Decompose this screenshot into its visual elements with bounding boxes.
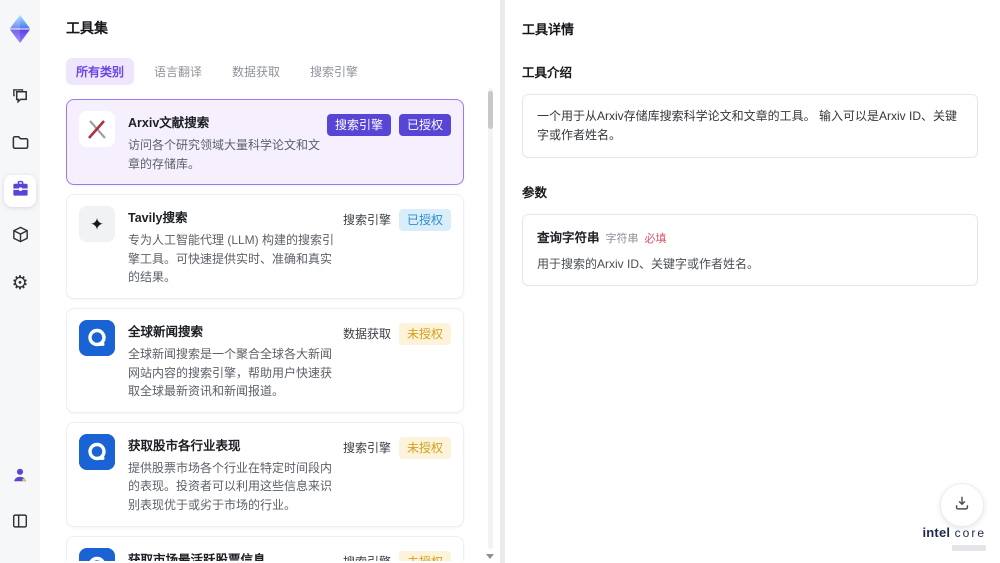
sidebar-item-plugins[interactable] — [4, 221, 36, 253]
tool-description: 提供股票市场各个行业在特定时间段内的表现。投资者可以利用这些信息来识别表现优于或… — [128, 460, 333, 512]
category-tabs: 所有类别 语言翻译 数据获取 搜索引擎 — [66, 58, 478, 85]
tab-language-translation[interactable]: 语言翻译 — [144, 58, 212, 85]
tool-card-stock-sectors[interactable]: 获取股市各行业表现 提供股票市场各个行业在特定时间段内的表现。投资者可以利用这些… — [66, 421, 464, 527]
sidebar-item-files[interactable] — [4, 129, 36, 161]
user-avatar-button[interactable] — [4, 461, 36, 493]
auth-status-badge: 已授权 — [398, 209, 451, 232]
collapse-panel-button[interactable] — [4, 507, 36, 539]
tool-detail-panel: 工具详情 工具介绍 一个用于从Arxiv存储库搜索科学论文和文章的工具。 输入可… — [505, 0, 1000, 563]
category-badge: 搜索引擎 — [342, 440, 391, 455]
tool-name: 获取股市各行业表现 — [128, 438, 241, 453]
param-required-flag: 必填 — [644, 233, 667, 246]
download-button[interactable] — [940, 483, 984, 527]
tool-card-tavily[interactable]: ✦ Tavily搜索 专为人工智能代理 (LLM) 构建的搜索引擎工具。可快速提… — [66, 194, 464, 299]
app-logo-icon — [7, 14, 33, 49]
user-icon — [11, 466, 29, 489]
auth-status-badge: 未授权 — [398, 322, 451, 345]
tool-card-active-stocks[interactable]: 获取市场最活跃股票信息 提供当天交易量最高的股票列表，投资者可以利用这些信息来识… — [66, 535, 464, 561]
param-description: 用于搜索的Arxiv ID、关键字或作者姓名。 — [537, 257, 760, 272]
tool-card-arxiv[interactable]: Arxiv文献搜索 访问各个研究领域大量科学论文和文章的存储库。 搜索引擎 已授… — [66, 99, 464, 186]
tool-intro-text: 一个用于从Arxiv存储库搜索科学论文和文章的工具。 输入可以是Arxiv ID… — [522, 94, 978, 159]
tool-name: 全球新闻搜索 — [128, 324, 204, 339]
tool-description: 全球新闻搜索是一个聚合全球各大新闻网站内容的搜索引擎，帮助用户快速获取全球最新资… — [128, 346, 333, 399]
gear-icon: ⚙ — [11, 272, 29, 294]
parameter-card: 查询字符串 字符串 必填 用于搜索的Arxiv ID、关键字或作者姓名。 — [522, 214, 978, 287]
toolbox-icon — [11, 179, 30, 203]
tool-card-global-news[interactable]: 全球新闻搜索 全球新闻搜索是一个聚合全球各大新闻网站内容的搜索引擎，帮助用户快速… — [66, 307, 464, 413]
download-icon — [953, 494, 971, 517]
category-badge: 搜索引擎 — [343, 551, 391, 561]
arxiv-logo-icon — [79, 111, 115, 147]
intel-sub-badge — [952, 545, 986, 551]
category-badge: 搜索引擎 — [342, 213, 391, 228]
scrollbar-thumb[interactable] — [488, 91, 493, 129]
tool-name: 获取市场最活跃股票信息 — [128, 552, 266, 561]
tavily-star-icon: ✦ — [79, 206, 115, 243]
tool-description: 访问各个研究领域大量科学论文和文章的存储库。 — [128, 138, 321, 171]
news-app-icon — [79, 547, 115, 561]
auth-status-badge: 未授权 — [398, 550, 451, 561]
category-badge: 搜索引擎 — [326, 114, 391, 136]
sidebar-item-chat[interactable] — [4, 83, 36, 115]
list-scrollbar[interactable] — [486, 88, 494, 559]
tool-description: 专为人工智能代理 (LLM) 构建的搜索引擎工具。可快速提供实时、准确和真实的结… — [128, 233, 335, 285]
news-app-icon — [79, 433, 115, 470]
layout-panel-icon — [11, 512, 29, 535]
tool-card-list: Arxiv文献搜索 访问各个研究领域大量科学论文和文章的存储库。 搜索引擎 已授… — [66, 99, 478, 561]
tool-name: Arxiv文献搜索 — [128, 116, 210, 130]
tool-list-panel: 工具集 所有类别 语言翻译 数据获取 搜索引擎 Arxiv文献搜索 访问各个研究… — [40, 0, 500, 563]
folder-icon — [11, 133, 30, 157]
params-heading: 参数 — [522, 186, 548, 201]
page-title: 工具集 — [66, 20, 108, 36]
intel-core-logo: intel core — [922, 524, 986, 551]
param-name: 查询字符串 — [537, 231, 600, 246]
param-type: 字符串 — [605, 233, 639, 246]
auth-status-badge: 未授权 — [398, 436, 451, 459]
detail-panel-title: 工具详情 — [522, 22, 575, 37]
scrollbar-down-arrow-icon[interactable] — [486, 554, 494, 559]
chat-icon — [11, 87, 30, 111]
icon-rail: ⚙ — [0, 0, 40, 563]
tab-search-engine[interactable]: 搜索引擎 — [300, 58, 368, 85]
news-app-icon — [79, 319, 115, 356]
intel-wordmark: intel — [922, 525, 951, 541]
tab-all-categories[interactable]: 所有类别 — [66, 58, 135, 85]
sidebar-item-tools[interactable] — [4, 175, 36, 207]
intro-heading: 工具介绍 — [522, 66, 573, 80]
auth-status-badge: 已授权 — [398, 114, 451, 136]
tab-data-fetch[interactable]: 数据获取 — [222, 58, 290, 85]
category-badge: 数据获取 — [342, 326, 391, 341]
sidebar-item-settings[interactable]: ⚙ — [4, 267, 36, 299]
core-wordmark: core — [954, 526, 986, 541]
tool-name: Tavily搜索 — [128, 211, 188, 226]
cube-icon — [11, 225, 30, 249]
